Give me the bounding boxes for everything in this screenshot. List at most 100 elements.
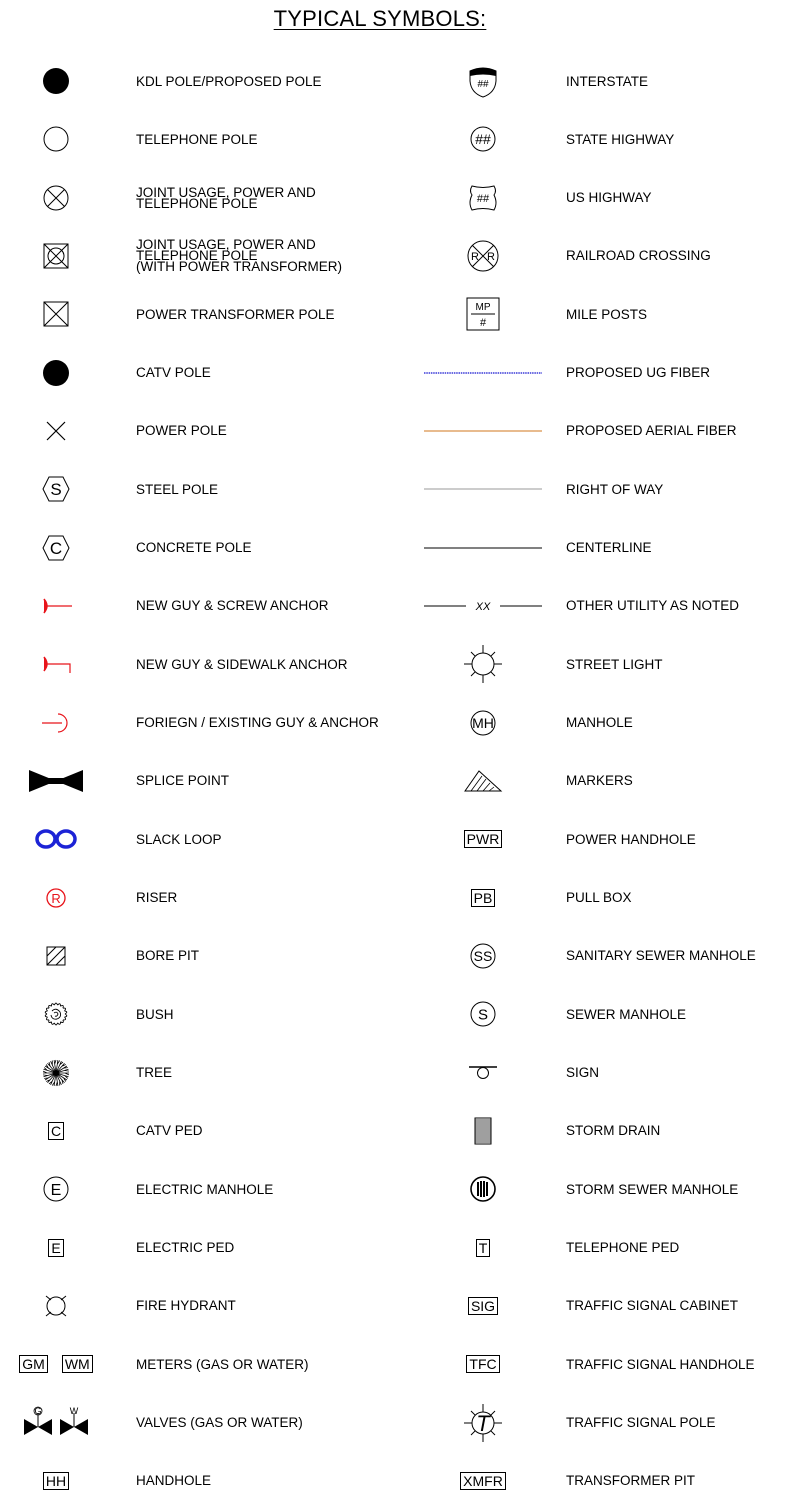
boxed-label: HH — [42, 1471, 70, 1490]
legend-label: RIGHT OF WAY — [566, 460, 663, 518]
legend-label-line: STATE HIGHWAY — [566, 131, 675, 147]
hexagon-letter-icon: C — [0, 519, 116, 577]
circled-text-icon: ## — [423, 110, 543, 168]
legend-label: NEW GUY & SIDEWALK ANCHOR — [136, 635, 348, 693]
legend-label-line: POWER TRANSFORMER POLE — [136, 306, 335, 322]
circle-x-icon — [0, 169, 116, 227]
legend-label: TREE — [136, 1044, 172, 1102]
legend-label-line: NEW GUY & SIDEWALK ANCHOR — [136, 656, 348, 672]
boxed-label: T — [475, 1238, 491, 1257]
legend-label-line: TELEPHONE POLE — [136, 131, 258, 147]
legend-label-line: STREET LIGHT — [566, 656, 663, 672]
legend-label: CATV POLE — [136, 344, 211, 402]
boxed-text-icon: E — [0, 1219, 116, 1277]
legend-row: S STEEL POLE — [0, 460, 376, 518]
boxed-label: XMFR — [460, 1471, 506, 1490]
tree-icon — [0, 1044, 116, 1102]
centerline-icon — [423, 519, 543, 577]
legend-label-line: SEWER MANHOLE — [566, 1006, 687, 1022]
legend-label: ELECTRIC MANHOLE — [136, 1160, 273, 1218]
riser-icon: R — [0, 869, 116, 927]
page-title: TYPICAL SYMBOLS: — [273, 6, 487, 31]
legend-label-line: STORM DRAIN — [566, 1123, 661, 1139]
legend-row: JOINT USAGE, POWER AND TELEPHONE POLE — [0, 169, 376, 227]
legend-label: STREET LIGHT — [566, 635, 663, 693]
legend-label: CONCRETE POLE — [136, 519, 252, 577]
legend-label-line: STEEL POLE — [136, 481, 219, 497]
legend-label: POWER TRANSFORMER POLE — [136, 285, 335, 343]
legend-label-line: TRAFFIC SIGNAL HANDHOLE — [566, 1356, 755, 1372]
boxed-label: GM — [19, 1355, 48, 1374]
storm-drain-icon — [423, 1102, 543, 1160]
legend-label-line: PROPOSED AERIAL FIBER — [566, 423, 737, 439]
filled-circle-icon — [0, 344, 116, 402]
legend-row: STREET LIGHT — [423, 635, 788, 693]
legend-label: CENTERLINE — [566, 519, 652, 577]
symbol-letter: ## — [475, 131, 491, 147]
legend-label: SIGN — [566, 1044, 599, 1102]
symbol-letter: S — [478, 1007, 488, 1024]
legend-row: MH MANHOLE — [423, 694, 788, 752]
bush-icon — [0, 985, 116, 1043]
legend-label-line: RIGHT OF WAY — [566, 481, 664, 497]
legend-label-line: CONCRETE POLE — [136, 540, 252, 556]
legend-label: METERS (GAS OR WATER) — [136, 1335, 309, 1393]
hexagon-letter-icon: S — [0, 460, 116, 518]
legend-label-line: INTERSTATE — [566, 73, 649, 89]
legend-row: ## US HIGHWAY — [423, 169, 788, 227]
storm-sewer-manhole-icon — [423, 1160, 543, 1218]
legend-row: XMFR TRANSFORMER PIT — [423, 1452, 788, 1510]
legend-label-line: KDL POLE/PROPOSED POLE — [136, 73, 322, 89]
circled-text-icon: MH — [423, 694, 543, 752]
symbol-text: T — [476, 1411, 491, 1436]
square-x-circle-icon — [0, 227, 116, 285]
legend-row: JOINT USAGE, POWER AND TELEPHONE POLE (WIT… — [0, 227, 376, 285]
legend-label: STORM DRAIN — [566, 1102, 660, 1160]
legend-label-line: TRAFFIC SIGNAL CABINET — [566, 1298, 739, 1314]
legend-label: PROPOSED AERIAL FIBER — [566, 402, 737, 460]
legend-label: JOINT USAGE, POWER AND TELEPHONE POLE — [136, 169, 316, 227]
legend-label: RAILROAD CROSSING — [566, 227, 711, 285]
legend-row: T TRAFFIC SIGNAL POLE — [423, 1394, 788, 1452]
boxed-label: PB — [470, 888, 496, 907]
legend-label-line: HANDHOLE — [136, 1473, 212, 1489]
legend-label-line: CENTERLINE — [566, 540, 652, 556]
legend-label: NEW GUY & SCREW ANCHOR — [136, 577, 329, 635]
valve-letter: W — [70, 1406, 79, 1416]
boxed-label: E — [48, 1238, 64, 1257]
legend-label-line: TRAFFIC SIGNAL POLE — [566, 1415, 716, 1431]
legend-label: SANITARY SEWER MANHOLE — [566, 927, 756, 985]
legend-label-line: MANHOLE — [566, 715, 633, 731]
legend-row: G W VALVES (GAS OR WATER) — [0, 1394, 376, 1452]
legend-row: ## STATE HIGHWAY — [423, 110, 788, 168]
x-mark-icon — [0, 402, 116, 460]
legend-label: STATE HIGHWAY — [566, 110, 674, 168]
legend-label: FORIEGN / EXISTING GUY & ANCHOR — [136, 694, 379, 752]
symbol-text: R — [471, 251, 479, 263]
legend-row: XX OTHER UTILITY AS NOTED — [423, 577, 788, 635]
valves-icon: GW — [0, 1394, 116, 1452]
boxed-label: C — [47, 1121, 65, 1140]
boxed-text-icon: XMFR — [423, 1452, 543, 1510]
legend-label-line: POWER POLE — [136, 423, 227, 439]
legend-label: HANDHOLE — [136, 1452, 211, 1510]
legend-row: CENTERLINE — [423, 519, 788, 577]
legend-row: ## INTERSTATE — [423, 52, 788, 110]
circled-letter-icon: E — [0, 1160, 116, 1218]
legend-label: SPLICE POINT — [136, 752, 229, 810]
legend-row: MARKERS — [423, 752, 788, 810]
legend-row: SPLICE POINT — [0, 752, 376, 810]
legend-label-line: PULL BOX — [566, 890, 632, 906]
legend-row: SLACK LOOP — [0, 810, 376, 868]
symbol-text: MP — [476, 302, 491, 313]
legend-label: US HIGHWAY — [566, 169, 652, 227]
fire-hydrant-icon — [0, 1277, 116, 1335]
legend-label-line: MILE POSTS — [566, 306, 648, 322]
legend-row: T TELEPHONE PED — [423, 1219, 788, 1277]
legend-row: SIG TRAFFIC SIGNAL CABINET — [423, 1277, 788, 1335]
slack-loop-icon — [0, 810, 116, 868]
legend-row: SS SANITARY SEWER MANHOLE — [423, 927, 788, 985]
legend-label: PULL BOX — [566, 869, 632, 927]
legend-row: NEW GUY & SCREW ANCHOR — [0, 577, 376, 635]
legend-label-line: PROPOSED UG FIBER — [566, 365, 711, 381]
